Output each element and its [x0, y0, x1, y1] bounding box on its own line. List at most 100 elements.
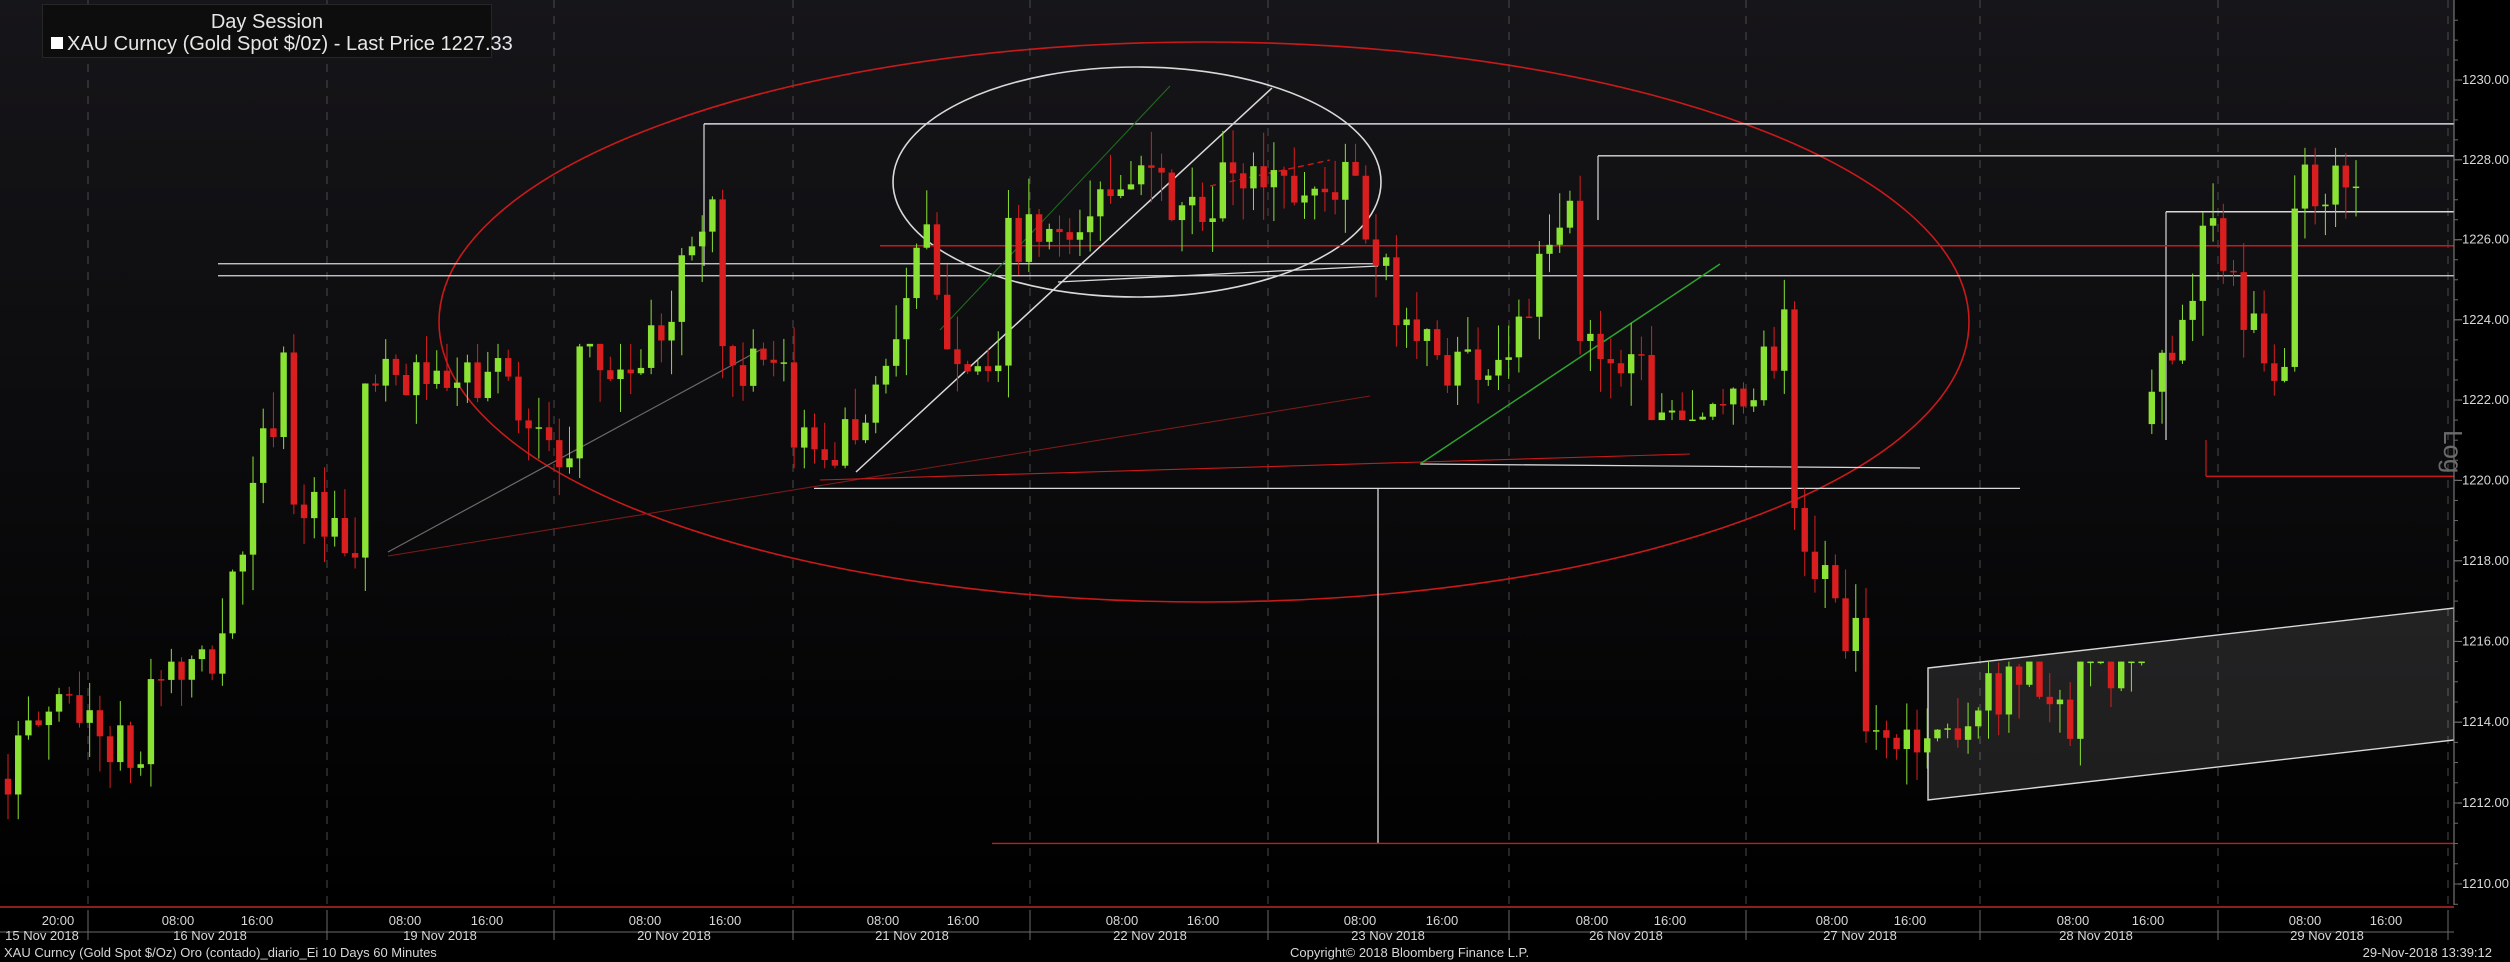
price-chart: 1230.00 1228.00 1226.00 1224.00 1222.00 1220.… — [0, 0, 2510, 962]
candle-body — [311, 491, 318, 519]
candle-body — [1137, 165, 1145, 185]
candle-body — [1046, 228, 1053, 242]
candle-body — [402, 374, 410, 396]
candle-body — [249, 482, 257, 555]
candle-body — [1025, 214, 1033, 262]
candle-body — [1148, 165, 1155, 168]
candle-body — [2128, 661, 2135, 664]
candle-body — [2199, 225, 2207, 301]
y-tick-label: 1210.00 — [2462, 876, 2509, 891]
candle-body — [1331, 192, 1339, 200]
candle-body — [1954, 728, 1962, 740]
candle-body — [1372, 239, 1380, 266]
candle-body — [1515, 316, 1523, 358]
candle-body — [1872, 730, 1880, 732]
candle-body — [668, 321, 675, 341]
y-tick-label: 1230.00 — [2462, 72, 2509, 87]
candle-body — [1709, 404, 1717, 417]
candle-body — [106, 736, 114, 763]
candle-body — [1627, 354, 1635, 374]
candle-body — [576, 346, 583, 459]
candle-body — [443, 370, 451, 388]
candle-body — [1035, 214, 1043, 242]
candle-body — [1127, 184, 1135, 190]
candle-body — [1750, 400, 1757, 407]
candle-body — [596, 343, 604, 371]
candle-body — [1597, 333, 1604, 360]
candle-body — [1423, 329, 1431, 341]
legend-series-label: XAU Curncy (Gold Spot $/0z) - Last Price… — [67, 33, 513, 55]
candle-body — [239, 554, 246, 572]
candle-body — [1434, 329, 1441, 356]
candle-body — [698, 231, 706, 247]
x-date-label: 19 Nov 2018 — [403, 928, 477, 943]
candle-body — [76, 695, 83, 723]
candle-body — [1393, 257, 1400, 326]
candle-body — [913, 247, 920, 299]
candle-body — [1301, 195, 1308, 203]
candle-body — [2015, 666, 2023, 685]
candle-body — [178, 661, 185, 680]
candle-body — [2066, 699, 2074, 739]
candle-body — [1801, 507, 1808, 552]
candle-body — [2230, 270, 2237, 273]
candle-body — [1719, 404, 1727, 406]
x-date-label: 16 Nov 2018 — [173, 928, 247, 943]
candle-body — [505, 358, 512, 377]
candle-body — [1076, 232, 1084, 240]
candle-body — [1607, 359, 1614, 364]
candle-body — [1648, 354, 1655, 421]
candle-body — [433, 370, 440, 384]
candle-body — [1842, 598, 1849, 651]
candle-body — [1944, 728, 1951, 730]
candle-body — [494, 358, 502, 372]
candle-body — [4, 778, 12, 795]
x-time-label: 08:00 — [2057, 913, 2090, 928]
x-time-label: 16:00 — [2132, 913, 2165, 928]
candle-body — [852, 419, 859, 441]
candle-body — [1015, 217, 1022, 262]
x-time-label: 16:00 — [241, 913, 274, 928]
candle-body — [1158, 167, 1165, 173]
y-tick-label: 1220.00 — [2462, 472, 2509, 487]
candle-body — [219, 633, 226, 674]
candle-body — [2097, 661, 2104, 664]
candle-body — [2250, 313, 2258, 330]
candle-body — [1311, 188, 1318, 196]
y-tick-label: 1214.00 — [2462, 714, 2509, 729]
candle-body — [1862, 617, 1870, 732]
candle-body — [2046, 696, 2053, 705]
candle-body — [903, 298, 910, 340]
candle-body — [2005, 666, 2013, 715]
candle-body — [545, 427, 553, 441]
candle-body — [2107, 661, 2115, 689]
candle-body — [413, 362, 420, 396]
candle-body — [647, 325, 655, 368]
candle-body — [1964, 726, 1972, 740]
candle-body — [1229, 162, 1237, 174]
candle-body — [1240, 173, 1247, 189]
footer-security-description: XAU Curncy (Gold Spot $/Oz) Oro (contado… — [4, 945, 437, 960]
candle-body — [1086, 216, 1094, 233]
candle-body — [2352, 186, 2360, 189]
candle-body — [1056, 228, 1063, 233]
candle-body — [1280, 170, 1288, 176]
candle-body — [1556, 227, 1563, 245]
y-tick-label: 1228.00 — [2462, 152, 2509, 167]
candle-body — [157, 679, 165, 681]
candle-body — [1474, 349, 1482, 380]
candle-body — [1525, 316, 1533, 319]
candle-body — [760, 348, 767, 360]
legend-entry: XAU Curncy (Gold Spot $/0z) - Last Price… — [51, 33, 513, 56]
candle-body — [2148, 391, 2156, 425]
candle-body — [15, 735, 22, 795]
candle-body — [474, 362, 481, 399]
candle-body — [995, 365, 1002, 372]
candle-body — [1811, 551, 1819, 579]
x-date-label: 27 Nov 2018 — [1823, 928, 1897, 943]
candle-body — [1454, 351, 1461, 386]
candle-body — [2220, 218, 2227, 271]
candle-body — [362, 383, 369, 558]
candle-body — [1740, 388, 1747, 407]
x-time-label: 16:00 — [2370, 913, 2403, 928]
